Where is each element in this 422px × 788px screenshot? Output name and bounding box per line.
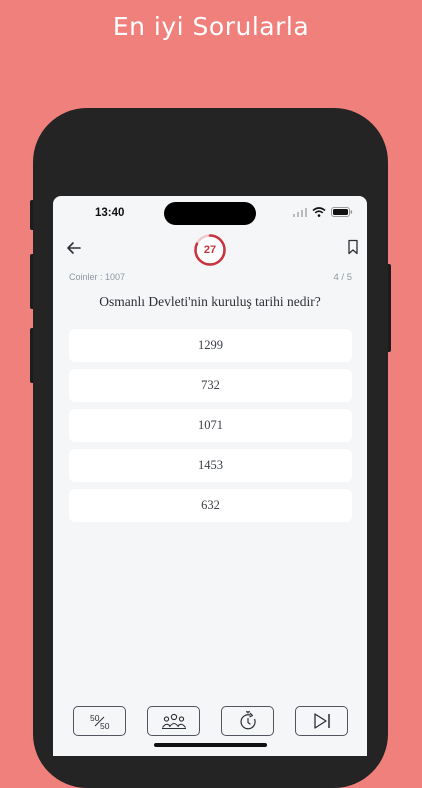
question-progress: 4 / 5 xyxy=(333,272,353,283)
audience-icon xyxy=(161,713,186,730)
wifi-icon xyxy=(312,207,326,217)
answer-option[interactable]: 1071 xyxy=(69,409,352,442)
promo-title: En iyi Sorularla xyxy=(112,12,310,41)
answer-option[interactable]: 632 xyxy=(69,489,352,522)
answer-option[interactable]: 1453 xyxy=(69,449,352,482)
status-icons xyxy=(293,207,353,217)
extra-time-button[interactable] xyxy=(221,706,274,736)
countdown-timer: 27 xyxy=(193,233,227,267)
extra-time-icon xyxy=(240,711,256,730)
phone-screen: 13:40 27 Coinler: 1007 4 / 5 Osmanlı De… xyxy=(53,196,367,756)
bookmark-button[interactable] xyxy=(346,239,360,255)
signal-icon xyxy=(293,207,307,217)
audience-button[interactable] xyxy=(147,706,200,736)
answer-option[interactable]: 732 xyxy=(69,369,352,402)
bookmark-icon xyxy=(348,239,358,255)
battery-icon xyxy=(331,207,353,217)
timer-value: 27 xyxy=(203,244,217,256)
svg-text:50: 50 xyxy=(90,713,100,723)
fifty-fifty-button[interactable]: 50 50 xyxy=(73,706,126,736)
joker-toolbar: 50 50 xyxy=(53,706,367,740)
coins-balance: Coinler : 1007 xyxy=(69,272,126,282)
skip-button[interactable] xyxy=(295,706,348,736)
answer-option[interactable]: 1299 xyxy=(69,329,352,362)
status-time: 13:40 xyxy=(95,207,125,219)
fifty-fifty-icon: 50 50 xyxy=(90,713,110,730)
question-text: Osmanlı Devleti'nin kuruluş tarihi nedir… xyxy=(99,294,321,309)
back-button[interactable] xyxy=(65,239,83,257)
svg-text:50: 50 xyxy=(100,721,110,730)
home-indicator xyxy=(154,743,267,747)
dynamic-island xyxy=(164,202,256,225)
arrow-left-icon xyxy=(67,242,81,254)
answer-options: 1299 732 1071 1453 632 xyxy=(69,329,352,529)
skip-icon xyxy=(313,713,330,729)
